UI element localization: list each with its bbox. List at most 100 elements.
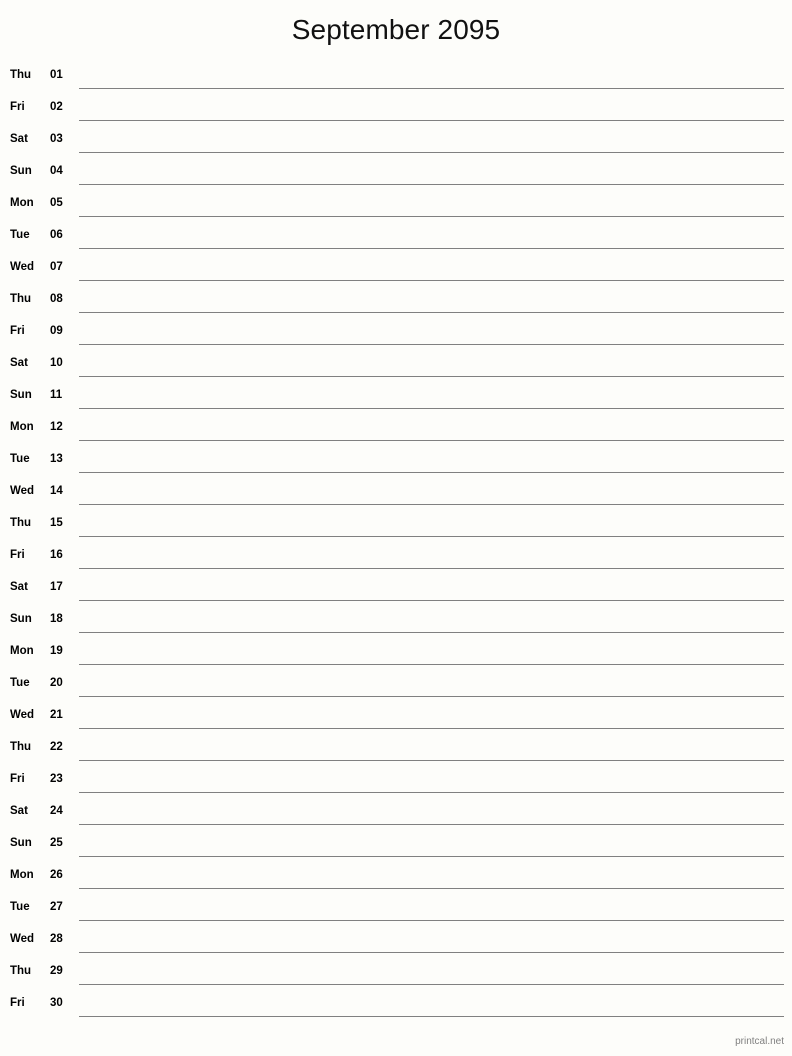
day-writing-line[interactable]	[79, 184, 784, 185]
day-row-30[interactable]: Fri 30	[0, 988, 792, 1020]
day-writing-line[interactable]	[79, 728, 784, 729]
day-weekday-label: Thu	[10, 69, 32, 81]
day-writing-line[interactable]	[79, 248, 784, 249]
day-writing-line[interactable]	[79, 568, 784, 569]
day-weekday-label: Mon	[10, 197, 34, 209]
day-writing-line[interactable]	[79, 376, 784, 377]
day-row-17[interactable]: Sat 17	[0, 572, 792, 604]
day-number-label: 19	[50, 645, 63, 657]
day-row-09[interactable]: Fri 09	[0, 316, 792, 348]
day-row-12[interactable]: Mon 12	[0, 412, 792, 444]
day-writing-line[interactable]	[79, 88, 784, 89]
day-writing-line[interactable]	[79, 664, 784, 665]
day-number-label: 27	[50, 901, 63, 913]
day-weekday-label: Thu	[10, 965, 32, 977]
day-writing-line[interactable]	[79, 600, 784, 601]
day-number-label: 06	[50, 229, 63, 241]
day-weekday-label: Sun	[10, 389, 32, 401]
day-row-15[interactable]: Thu 15	[0, 508, 792, 540]
day-row-10[interactable]: Sat 10	[0, 348, 792, 380]
day-row-18[interactable]: Sun 18	[0, 604, 792, 636]
day-writing-line[interactable]	[79, 1016, 784, 1017]
day-row-19[interactable]: Mon 19	[0, 636, 792, 668]
day-number-label: 14	[50, 485, 63, 497]
day-number-label: 30	[50, 997, 63, 1009]
day-writing-line[interactable]	[79, 120, 784, 121]
day-weekday-label: Wed	[10, 933, 35, 945]
day-number-label: 12	[50, 421, 63, 433]
day-row-16[interactable]: Fri 16	[0, 540, 792, 572]
day-row-02[interactable]: Fri 02	[0, 92, 792, 124]
day-row-28[interactable]: Wed 28	[0, 924, 792, 956]
day-weekday-label: Sat	[10, 133, 28, 145]
day-weekday-label: Mon	[10, 869, 34, 881]
day-weekday-label: Fri	[10, 997, 25, 1009]
day-row-03[interactable]: Sat 03	[0, 124, 792, 156]
calendar-page: September 2095 Thu 01 Fri 02 Sat 03 Sun …	[0, 0, 792, 1056]
day-writing-line[interactable]	[79, 696, 784, 697]
day-row-25[interactable]: Sun 25	[0, 828, 792, 860]
day-weekday-label: Fri	[10, 325, 25, 337]
day-number-label: 10	[50, 357, 63, 369]
day-writing-line[interactable]	[79, 152, 784, 153]
day-number-label: 28	[50, 933, 63, 945]
day-weekday-label: Wed	[10, 261, 35, 273]
day-number-label: 15	[50, 517, 63, 529]
day-number-label: 16	[50, 549, 63, 561]
day-writing-line[interactable]	[79, 440, 784, 441]
day-writing-line[interactable]	[79, 792, 784, 793]
day-row-11[interactable]: Sun 11	[0, 380, 792, 412]
day-row-23[interactable]: Fri 23	[0, 764, 792, 796]
day-row-05[interactable]: Mon 05	[0, 188, 792, 220]
day-weekday-label: Sat	[10, 357, 28, 369]
day-row-04[interactable]: Sun 04	[0, 156, 792, 188]
day-row-26[interactable]: Mon 26	[0, 860, 792, 892]
day-writing-line[interactable]	[79, 504, 784, 505]
day-weekday-label: Tue	[10, 229, 30, 241]
day-writing-line[interactable]	[79, 856, 784, 857]
day-writing-line[interactable]	[79, 280, 784, 281]
day-row-14[interactable]: Wed 14	[0, 476, 792, 508]
day-writing-line[interactable]	[79, 888, 784, 889]
day-number-label: 18	[50, 613, 63, 625]
day-row-08[interactable]: Thu 08	[0, 284, 792, 316]
footer-attribution: printcal.net	[735, 1036, 784, 1047]
day-number-label: 17	[50, 581, 63, 593]
day-writing-line[interactable]	[79, 344, 784, 345]
day-writing-line[interactable]	[79, 952, 784, 953]
day-number-label: 03	[50, 133, 63, 145]
day-writing-line[interactable]	[79, 536, 784, 537]
day-writing-line[interactable]	[79, 632, 784, 633]
day-writing-line[interactable]	[79, 312, 784, 313]
day-row-13[interactable]: Tue 13	[0, 444, 792, 476]
day-writing-line[interactable]	[79, 920, 784, 921]
day-row-27[interactable]: Tue 27	[0, 892, 792, 924]
day-number-label: 09	[50, 325, 63, 337]
day-row-29[interactable]: Thu 29	[0, 956, 792, 988]
day-weekday-label: Thu	[10, 741, 32, 753]
day-weekday-label: Sat	[10, 581, 28, 593]
day-writing-line[interactable]	[79, 408, 784, 409]
day-weekday-label: Thu	[10, 517, 32, 529]
day-number-label: 02	[50, 101, 63, 113]
day-row-24[interactable]: Sat 24	[0, 796, 792, 828]
day-writing-line[interactable]	[79, 760, 784, 761]
day-weekday-label: Sun	[10, 165, 32, 177]
day-weekday-label: Fri	[10, 549, 25, 561]
day-writing-line[interactable]	[79, 984, 784, 985]
day-row-22[interactable]: Thu 22	[0, 732, 792, 764]
day-row-21[interactable]: Wed 21	[0, 700, 792, 732]
day-weekday-label: Tue	[10, 453, 30, 465]
day-writing-line[interactable]	[79, 824, 784, 825]
day-row-07[interactable]: Wed 07	[0, 252, 792, 284]
day-number-label: 21	[50, 709, 63, 721]
day-writing-line[interactable]	[79, 216, 784, 217]
day-row-06[interactable]: Tue 06	[0, 220, 792, 252]
day-row-20[interactable]: Tue 20	[0, 668, 792, 700]
day-weekday-label: Thu	[10, 293, 32, 305]
day-weekday-label: Fri	[10, 773, 25, 785]
day-row-01[interactable]: Thu 01	[0, 60, 792, 92]
day-number-label: 08	[50, 293, 63, 305]
day-writing-line[interactable]	[79, 472, 784, 473]
day-weekday-label: Wed	[10, 709, 35, 721]
